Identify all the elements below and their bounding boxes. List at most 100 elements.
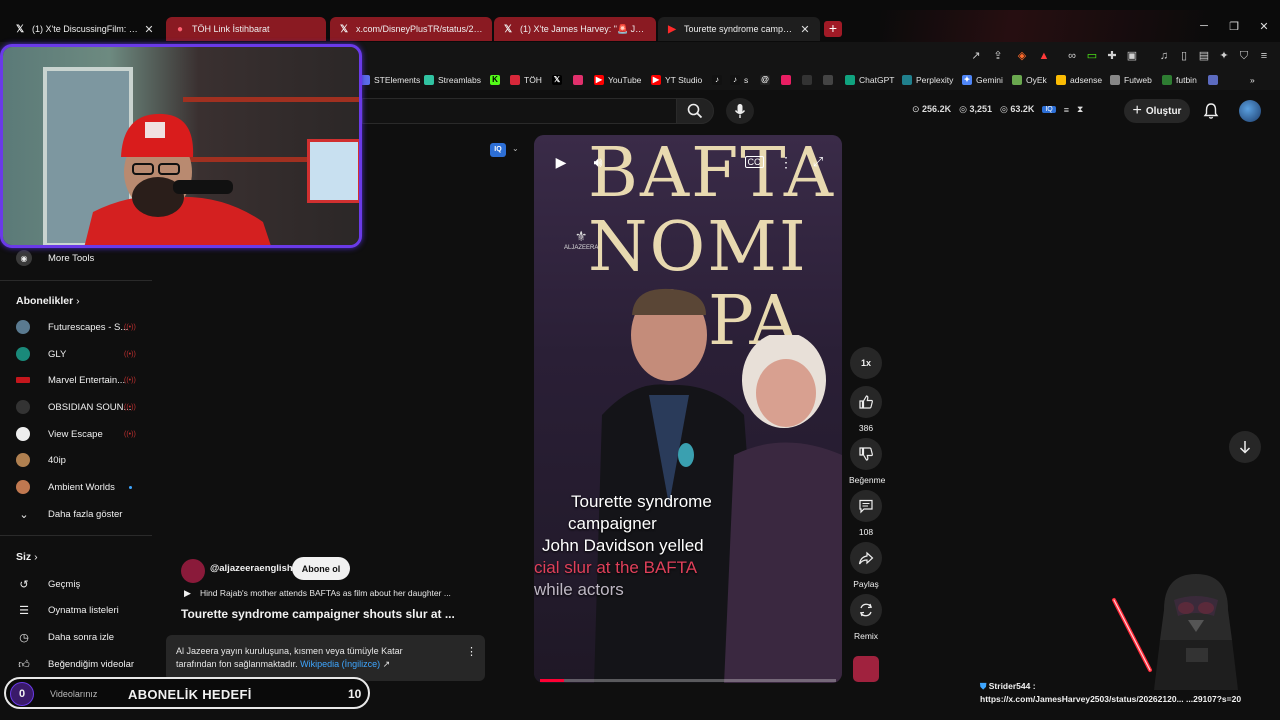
browser-tab-1[interactable]: 𝕏 (1) X'te DiscussingFilm: "Ed Skrein ✕ [6,17,164,41]
bookmark-item[interactable]: K [490,73,504,87]
bookmark-item[interactable]: OyEk [1012,73,1047,87]
search-input[interactable] [362,98,676,124]
bookmark-item[interactable]: Perplexity [902,73,953,87]
captions-button[interactable]: CC [741,149,767,175]
sidebar-subscription-item[interactable]: Marvel Entertain... ((•)) [16,370,136,390]
browser-tab-2[interactable]: ● TÖH Link İstihbarat [166,17,326,41]
close-tab-icon[interactable]: ✕ [798,23,812,36]
menu-icon[interactable]: ≡ [1256,48,1272,64]
bookmark-item[interactable] [573,73,587,87]
vpn-icon[interactable]: ⛉ [1236,48,1252,64]
brave-shield-icon[interactable]: ◈ [1014,48,1030,64]
sidebar-toggle-icon[interactable]: ▯ [1176,48,1192,64]
more-options-icon[interactable]: ⋮ [466,645,477,658]
close-tab-icon[interactable]: ✕ [142,23,156,36]
sidebar-item-playlists[interactable]: ☰ Oynatma listeleri [16,600,119,620]
related-video-link[interactable]: Hind Rajab's mother attends BAFTAs as fi… [200,588,476,598]
voice-search-button[interactable] [726,98,754,124]
share-button[interactable]: Paylaş [849,542,883,589]
browser-tab-3[interactable]: 𝕏 x.com/DisneyPlusTR/status/2026357 [330,17,492,41]
sidebar-subscription-item[interactable]: Ambient Worlds [16,477,115,497]
video-title[interactable]: Tourette syndrome campaigner shouts slur… [181,607,477,621]
bookmark-item[interactable]: @ [760,73,774,87]
extension-battery-icon[interactable]: ▭ [1084,48,1100,64]
media-icon[interactable]: ♫ [1156,48,1172,64]
bookmark-item[interactable]: adsense [1056,73,1102,87]
sidebar-subscription-item[interactable]: GLY ((•)) [16,344,136,364]
sidebar-item-watch-later[interactable]: ◷ Daha sonra izle [16,627,114,647]
extension-badge-icon[interactable]: IQ [1042,106,1056,113]
bookmark-item[interactable]: ♪ [712,73,726,87]
chevron-right-icon: › [34,551,38,563]
extension-glasses-icon[interactable]: ∞ [1064,48,1080,64]
bookmark-item[interactable] [1208,73,1222,87]
minimize-icon[interactable]: ─ [1195,20,1213,32]
extension-screen-icon[interactable]: ▣ [1124,48,1140,64]
ai-assistant-icon[interactable]: ✦ [1216,48,1232,64]
subscribe-button[interactable]: Abone ol [292,557,350,580]
sidebar-item-more-tools[interactable]: ◉ More Tools [16,248,94,268]
share-icon[interactable]: ⇪ [990,48,1006,64]
remix-button[interactable]: Remix [849,594,883,641]
bookmark-item[interactable]: Streamlabs [424,73,481,87]
shorts-video-player[interactable]: BAFTA NOMI PA ⚜ ALJAZEERA Tourette syndrome… [534,135,842,683]
search-button[interactable] [676,98,714,124]
bookmarks-overflow-icon[interactable]: » [1250,73,1255,87]
list-icon[interactable]: ≡ [1064,105,1069,115]
bookmark-item[interactable]: ▶ YouTube [594,73,641,87]
comments-button[interactable]: 108 [849,490,883,537]
browser-tab-active[interactable]: ▶ Tourette syndrome campaigner ✕ [658,17,820,41]
new-tab-button[interactable]: + [824,21,842,37]
bookmark-item[interactable]: ChatGPT [845,73,894,87]
notifications-bell-icon[interactable] [1202,102,1220,120]
bookmark-item[interactable] [823,73,837,87]
create-button[interactable]: + Oluştur [1124,99,1190,123]
video-progress-bar[interactable] [540,679,836,682]
bookmark-item[interactable]: 𝕏 [552,73,566,87]
you-heading[interactable]: Siz › [16,551,38,563]
close-window-icon[interactable]: ✕ [1255,20,1273,33]
rewards-icon[interactable]: ▲ [1036,48,1052,64]
channel-avatar-small[interactable] [849,656,883,682]
bookmark-item[interactable]: ♪ s [730,73,748,87]
sidebar-subscription-item[interactable]: OBSIDIAN SOUN... ((•)) [16,397,136,417]
maximize-icon[interactable]: ❐ [1225,20,1243,33]
bookmark-app-icon [781,75,791,85]
wallet-icon[interactable]: ▤ [1196,48,1212,64]
show-more-button[interactable]: ⌄ Daha fazla göster [16,504,122,524]
bookmark-item[interactable] [781,73,795,87]
dislike-button[interactable]: Beğenme [849,438,885,485]
wikipedia-link[interactable]: Wikipedia (İngilizce) [300,659,380,669]
like-button[interactable]: 386 [849,386,883,433]
bookmark-item[interactable]: TÖH [510,73,542,87]
sidebar-subscription-item[interactable]: Futurescapes - S... ((•)) [16,317,136,337]
volume-button[interactable]: 🔊︎ [585,149,611,175]
avatar[interactable] [1239,100,1261,122]
hourglass-icon[interactable]: ⧗ [1077,104,1083,115]
fullscreen-button[interactable]: ⤢ [805,149,831,175]
sidebar-item-liked-videos[interactable]: 👍︎ Beğendiğim videolar [16,654,134,674]
extension-iq-icon[interactable]: IQ [490,143,506,157]
extensions-icon[interactable]: ✚ [1104,48,1120,64]
channel-avatar[interactable] [181,559,205,583]
bookmark-item[interactable]: Futweb [1110,73,1152,87]
bookmark-item[interactable]: ✦ Gemini [962,73,1003,87]
sidebar-subscription-item[interactable]: View Escape ((•)) [16,424,136,444]
speed-control[interactable]: 1x [850,347,882,379]
bookmark-item[interactable] [802,73,816,87]
chevron-down-icon[interactable]: ⌄ [512,144,519,153]
open-external-icon[interactable]: ↗ [968,48,984,64]
bookmark-item[interactable]: ▶ YT Studio [651,73,702,87]
playback-speed-button[interactable]: 1x [849,347,883,379]
browser-tab-4[interactable]: 𝕏 (1) X'te James Harvey: "🚨 Jamie Foxx [494,17,656,41]
subscriptions-heading[interactable]: Abonelikler › [16,295,80,307]
bookmark-item[interactable]: STElements [360,73,420,87]
microphone-icon [734,104,746,118]
channel-name[interactable]: @aljazeeraenglish [210,563,293,574]
next-video-button[interactable] [1229,431,1261,463]
sidebar-subscription-item[interactable]: 40ip [16,450,66,470]
play-button[interactable]: ▶ [548,149,574,175]
more-options-button[interactable]: ⋮ [773,149,799,175]
bookmark-item[interactable]: futbin [1162,73,1197,87]
sidebar-item-history[interactable]: ↺ Geçmiş [16,574,80,594]
